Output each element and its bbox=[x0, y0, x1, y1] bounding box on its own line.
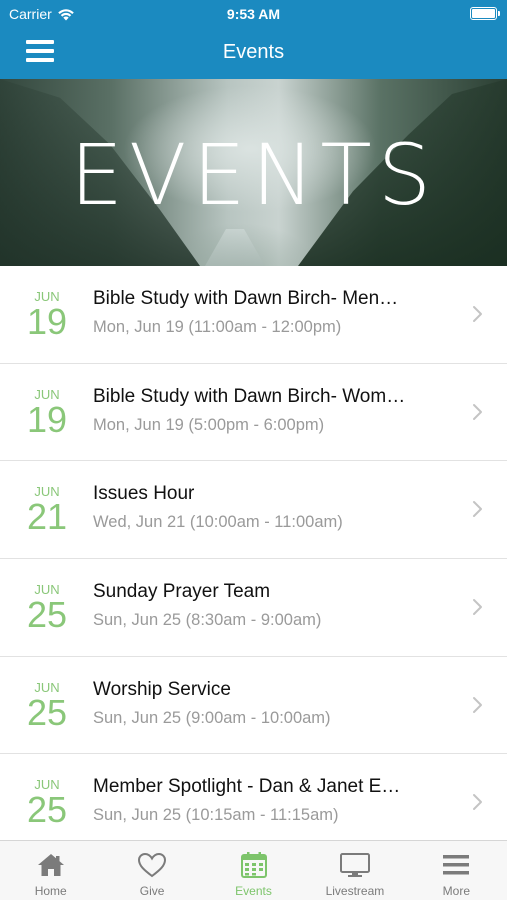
chevron-right-icon bbox=[473, 599, 482, 616]
tab-home[interactable]: Home bbox=[0, 841, 101, 900]
hero-title: EVENTS bbox=[69, 126, 438, 224]
event-time: Mon, Jun 19 (11:00am - 12:00pm) bbox=[93, 318, 342, 336]
event-row[interactable]: JUN 19 Bible Study with Dawn Birch- Men…… bbox=[0, 266, 507, 364]
battery-icon bbox=[470, 7, 500, 20]
tab-label: More bbox=[442, 884, 470, 898]
tab-label: Events bbox=[235, 884, 272, 898]
tab-give[interactable]: Give bbox=[101, 841, 202, 900]
calendar-icon bbox=[240, 852, 267, 878]
event-name: Issues Hour bbox=[93, 483, 195, 505]
event-name: Bible Study with Dawn Birch- Men… bbox=[93, 288, 399, 309]
event-row[interactable]: JUN 21 Issues Hour Wed, Jun 21 (10:00am … bbox=[0, 461, 507, 560]
home-icon bbox=[37, 854, 64, 876]
chevron-right-icon bbox=[473, 501, 482, 518]
event-day: 19 bbox=[26, 398, 68, 440]
event-row[interactable]: JUN 25 Worship Service Sun, Jun 25 (9:00… bbox=[0, 656, 507, 755]
event-date: JUN 21 bbox=[16, 485, 78, 535]
status-bar: Carrier 9:53 AM bbox=[0, 0, 507, 28]
event-day: 21 bbox=[26, 496, 68, 538]
event-name: Member Spotlight - Dan & Janet E… bbox=[93, 776, 401, 798]
event-row[interactable]: JUN 25 Sunday Prayer Team Sun, Jun 25 (8… bbox=[0, 559, 507, 657]
tab-label: Home bbox=[34, 884, 67, 898]
event-time: Sun, Jun 25 (8:30am - 9:00am) bbox=[93, 611, 322, 630]
chevron-right-icon bbox=[473, 794, 482, 811]
event-list: JUN 19 Bible Study with Dawn Birch- Men…… bbox=[0, 266, 507, 853]
river-image bbox=[205, 229, 265, 266]
more-icon bbox=[443, 855, 470, 875]
event-day: 25 bbox=[26, 594, 68, 636]
heart-icon bbox=[138, 852, 167, 878]
event-time: Wed, Jun 21 (10:00am - 11:00am) bbox=[93, 513, 343, 532]
event-row[interactable]: JUN 25 Member Spotlight - Dan & Janet E…… bbox=[0, 754, 507, 853]
tab-bar: Home Give Events Livestream More bbox=[0, 840, 507, 900]
event-name: Bible Study with Dawn Birch- Wom… bbox=[93, 385, 406, 407]
event-time: Mon, Jun 19 (5:00pm - 6:00pm) bbox=[93, 415, 325, 434]
event-name: Worship Service bbox=[93, 678, 231, 700]
event-name: Sunday Prayer Team bbox=[93, 581, 271, 603]
tab-livestream[interactable]: Livestream bbox=[304, 841, 405, 900]
chevron-right-icon bbox=[473, 403, 482, 420]
tab-label: Livestream bbox=[325, 884, 385, 898]
chevron-right-icon bbox=[473, 306, 482, 322]
hero-banner: EVENTS bbox=[0, 79, 507, 266]
event-day: 25 bbox=[26, 691, 68, 733]
navigation-bar: Events bbox=[0, 28, 507, 79]
page-title: Events bbox=[222, 41, 285, 63]
monitor-icon bbox=[339, 853, 370, 877]
event-day: 19 bbox=[26, 301, 68, 342]
tab-label: Give bbox=[139, 884, 165, 898]
event-time: Sun, Jun 25 (9:00am - 10:00am) bbox=[93, 708, 331, 727]
event-date: JUN 25 bbox=[16, 778, 78, 828]
event-row[interactable]: JUN 19 Bible Study with Dawn Birch- Wom…… bbox=[0, 363, 507, 462]
event-time: Sun, Jun 25 (10:15am - 11:15am) bbox=[93, 806, 339, 825]
event-date: JUN 25 bbox=[16, 583, 78, 633]
event-day: 25 bbox=[26, 789, 68, 831]
tab-events[interactable]: Events bbox=[203, 841, 304, 900]
event-date: JUN 19 bbox=[16, 290, 78, 340]
clock: 9:53 AM bbox=[226, 6, 281, 22]
event-date: JUN 25 bbox=[16, 680, 78, 733]
chevron-right-icon bbox=[473, 696, 482, 713]
tab-more[interactable]: More bbox=[406, 841, 507, 900]
event-date: JUN 19 bbox=[16, 387, 78, 440]
